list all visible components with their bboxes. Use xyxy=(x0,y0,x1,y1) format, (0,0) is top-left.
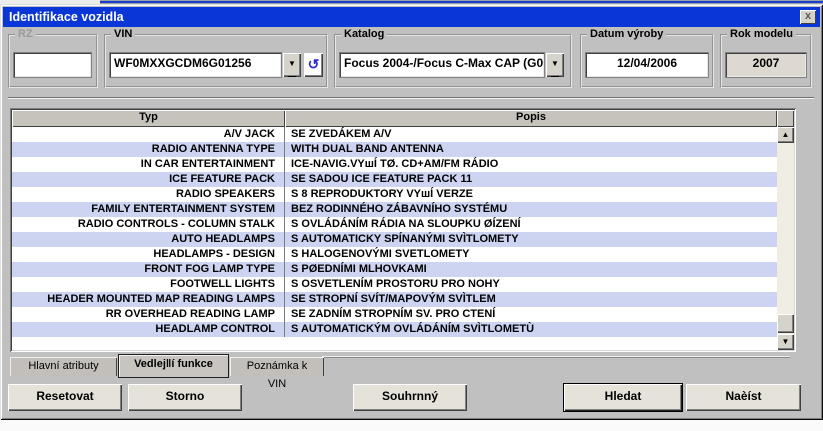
table-body: A/V JACKSE ZVEDÁKEM A/V RADIO ANTENNA TY… xyxy=(12,127,777,350)
table-row[interactable]: RADIO CONTROLS - COLUMN STALKS OVLÁDÁNÍM… xyxy=(12,217,777,232)
cancel-button[interactable]: Storno xyxy=(128,384,242,411)
attributes-table: Typ Popis A/V JACKSE ZVEDÁKEM A/V RADIO … xyxy=(10,108,796,352)
tab-vedlejsi-funkce[interactable]: Vedlejǁí funkce xyxy=(119,355,228,377)
scroll-up-icon[interactable]: ▲ xyxy=(777,127,794,143)
dialog-title: Identifikace vozidla xyxy=(9,7,124,27)
table-row[interactable]: ICE FEATURE PACKSE SADOU ICE FEATURE PAC… xyxy=(12,172,777,187)
table-row[interactable]: FAMILY ENTERTAINMENT SYSTEMBEZ RODINNÉHO… xyxy=(12,202,777,217)
separator-line xyxy=(8,97,814,99)
scrollbar-thumb[interactable] xyxy=(777,314,794,333)
rz-input[interactable] xyxy=(14,53,91,77)
rok-modelu-value: 2007 xyxy=(726,53,806,77)
datum-vyroby-label: Datum výroby xyxy=(587,28,666,41)
vertical-scrollbar[interactable]: ▲ ▼ xyxy=(777,127,794,350)
tab-hlavni-atributy[interactable]: Hlavní atributy xyxy=(10,357,117,376)
summary-button[interactable]: Souhrnný xyxy=(353,384,467,411)
table-row[interactable]: HEADER MOUNTED MAP READING LAMPSSE STROP… xyxy=(12,292,777,307)
tab-poznamka-k-vin[interactable]: Poznámka k VIN xyxy=(230,357,324,376)
load-button[interactable]: Naèíst xyxy=(686,384,801,411)
table-row[interactable]: HEADLAMPS - DESIGNS HALOGENOVÝMI SVETLOM… xyxy=(12,247,777,262)
column-header-typ: Typ xyxy=(12,110,285,127)
rz-label: RZ xyxy=(15,28,36,41)
background-window-edge xyxy=(0,420,823,431)
table-row[interactable]: FRONT FOG LAMP TYPES PØEDNÍMI MLHOVKAMI xyxy=(12,262,777,277)
table-row[interactable]: FOOTWELL LIGHTSS OSVETLENÍM PROSTORU PRO… xyxy=(12,277,777,292)
column-header-popis: Popis xyxy=(285,110,777,127)
chevron-down-icon: ▼ xyxy=(551,53,559,77)
table-header: Typ Popis xyxy=(12,110,794,127)
vin-input[interactable]: WF0MXXGCDM6G01256 xyxy=(110,53,281,77)
refresh-icon: ↺ xyxy=(308,56,320,72)
vehicle-identification-dialog: Identifikace vozidla x RZ VIN WF0MXXGCDM… xyxy=(0,4,823,420)
table-row[interactable]: RR OVERHEAD READING LAMPSE ZADNÍM STROPN… xyxy=(12,307,777,322)
rok-modelu-label: Rok modelu xyxy=(727,28,796,41)
datum-vyroby-input[interactable]: 12/04/2006 xyxy=(586,53,708,77)
katalog-label: Katalog xyxy=(341,28,387,41)
table-row[interactable]: IN CAR ENTERTAINMENTICE-NAVIG.VYшÍ TØ. C… xyxy=(12,157,777,172)
reset-button[interactable]: Resetovat xyxy=(8,384,122,411)
screen: Identifikace vozidla x RZ VIN WF0MXXGCDM… xyxy=(0,0,823,431)
table-row[interactable]: RADIO ANTENNA TYPEWITH DUAL BAND ANTENNA xyxy=(12,142,777,157)
chevron-down-icon: ▼ xyxy=(288,53,296,77)
close-icon[interactable]: x xyxy=(800,10,816,24)
katalog-input[interactable]: Focus 2004-/Focus C-Max CAP (G0 xyxy=(340,53,544,77)
title-bar[interactable]: Identifikace vozidla x xyxy=(3,7,820,27)
search-button[interactable]: Hledat xyxy=(564,384,682,411)
table-row[interactable]: RADIO SPEAKERSS 8 REPRODUKTORY VYшÍ VERZ… xyxy=(12,187,777,202)
vin-refresh-button[interactable]: ↺ xyxy=(304,53,323,77)
table-row[interactable]: HEADLAMP CONTROLS AUTOMATICKÝM OVLÁDÁNÍM… xyxy=(12,322,777,337)
header-corner-cell xyxy=(777,110,794,127)
vin-dropdown-button[interactable]: ▼ xyxy=(283,53,301,77)
table-row[interactable]: A/V JACKSE ZVEDÁKEM A/V xyxy=(12,127,777,142)
table-row[interactable]: AUTO HEADLAMPSS AUTOMATICKY SPÍNANÝMI SV… xyxy=(12,232,777,247)
vin-label: VIN xyxy=(111,28,135,41)
katalog-dropdown-button[interactable]: ▼ xyxy=(546,53,564,77)
scroll-down-icon[interactable]: ▼ xyxy=(777,334,794,350)
tab-strip-edge xyxy=(322,356,790,358)
